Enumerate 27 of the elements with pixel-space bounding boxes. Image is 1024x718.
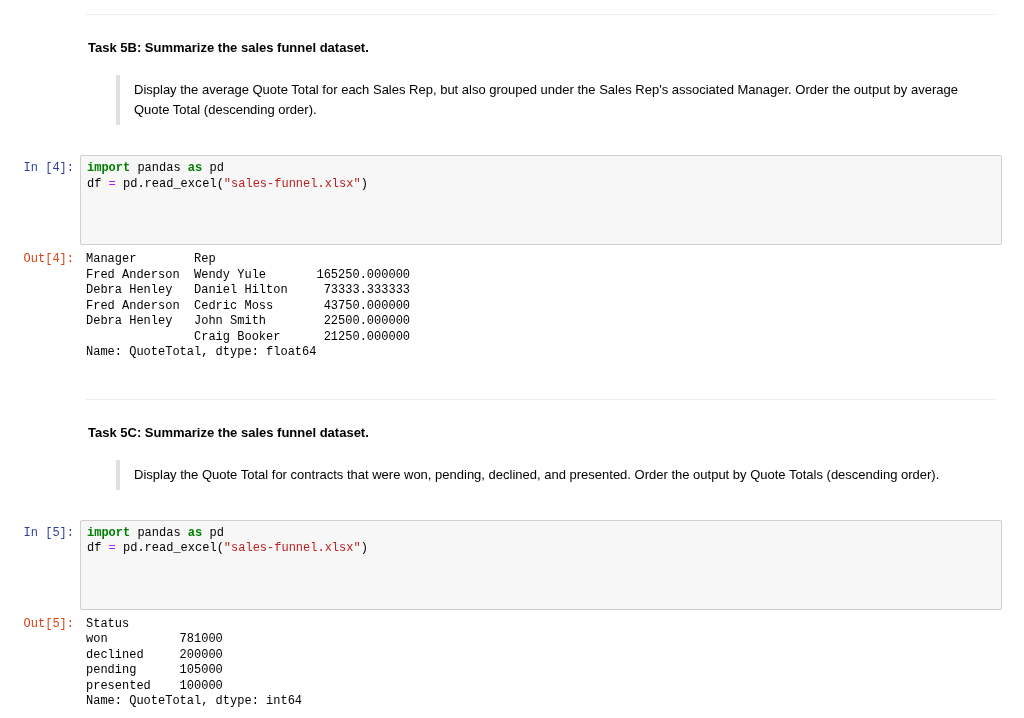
output-line: Fred Anderson Wendy Yule 165250.000000: [86, 267, 411, 283]
output-line: Manager Rep: [86, 252, 216, 268]
output-line: Name: QuoteTotal, dtype: float64: [86, 345, 317, 361]
output-line: Status: [86, 616, 130, 632]
code-cell[interactable]: import pandas as pd df = pd.read_excel("sales-funnel.xlsx"): [80, 519, 1002, 610]
output-line: pending 105000: [86, 663, 223, 679]
input-prompt: In [4]:: [22, 160, 75, 177]
output-line: Name: QuoteTotal, dtype: int64: [86, 694, 303, 710]
task-heading: Task 5C: Summarize the sales funnel dataset.: [88, 423, 370, 442]
code-line: import pandas as pd: [87, 161, 224, 177]
output-line: presented 100000: [86, 678, 223, 694]
task-description: Display the average Quote Total for each Sales Rep, but also grouped under the Sales Rep's associated Manager. Order the output by average Quote Total (descending order).: [116, 75, 964, 125]
output-prompt: Out[4]:: [22, 252, 75, 268]
output-line: declined 200000: [86, 647, 223, 663]
output-prompt: Out[5]:: [22, 616, 75, 632]
output-line: Craig Booker 21250.000000: [193, 329, 411, 345]
code-line: import pandas as pd: [87, 525, 224, 541]
input-prompt: In [5]:: [22, 524, 75, 541]
task-heading: Task 5B: Summarize the sales funnel dataset.: [88, 39, 370, 57]
output-line: Fred Anderson Cedric Moss 43750.000000: [86, 298, 411, 314]
output-line: Debra Henley Daniel Hilton 73333.333333: [86, 283, 411, 299]
code-line: df = pd.read_excel("sales-funnel.xlsx"): [87, 176, 368, 192]
code-cell[interactable]: import pandas as pd df = pd.read_excel("sales-funnel.xlsx"): [80, 155, 1002, 245]
output-line: won 781000: [86, 632, 223, 648]
task-description: Display the Quote Total for contracts that were won, pending, declined, and presented. Order the output by Quote Totals (descending order).: [116, 459, 964, 490]
code-line: df = pd.read_excel("sales-funnel.xlsx"): [87, 541, 368, 557]
output-line: Debra Henley John Smith 22500.000000: [86, 314, 411, 330]
